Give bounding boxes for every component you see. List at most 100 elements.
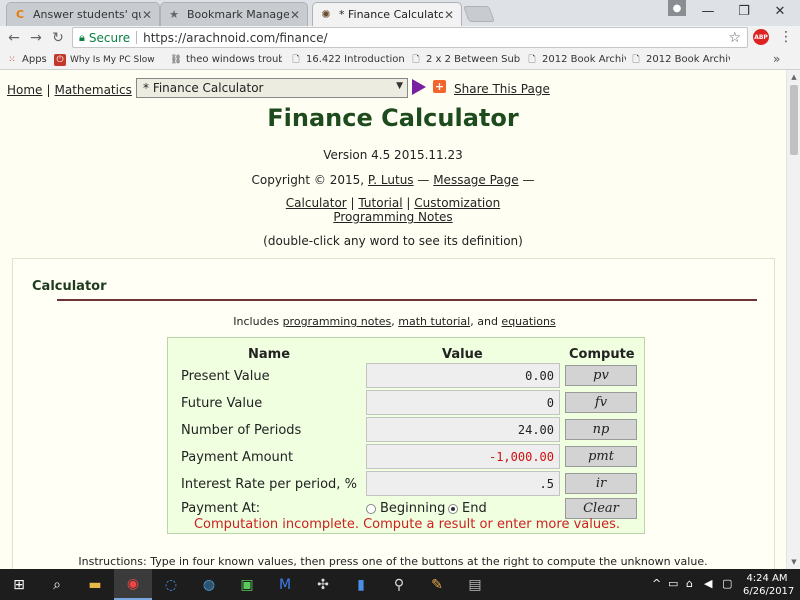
bookmark-theo[interactable]: ⛓ theo windows trouble — [170, 52, 282, 67]
tab-finance-calculator[interactable]: ✺ * Finance Calculator ✕ — [312, 2, 462, 26]
adblock-icon[interactable]: ABP — [753, 29, 769, 45]
radio-dot-selected — [448, 503, 458, 514]
reload-icon[interactable]: ↻ — [48, 28, 68, 48]
divider — [136, 31, 138, 44]
calculator-app-icon[interactable]: ▮ — [342, 569, 380, 600]
menu-icon[interactable]: ⋮ — [778, 29, 794, 45]
firefox-icon[interactable]: ◌ — [152, 569, 190, 600]
payment-amount-input[interactable]: -1,000.00 — [366, 444, 560, 469]
home-link[interactable]: Home — [7, 83, 42, 97]
tab-strip: C Answer students' questi ✕ ★ Bookmark M… — [0, 0, 800, 26]
bookmark-star-icon[interactable]: ☆ — [728, 30, 741, 46]
present-value-input[interactable]: 0.00 — [366, 363, 560, 388]
search-icon[interactable]: ⌕ — [38, 569, 76, 600]
bookmark-2x2[interactable]: 🗋︎ 2 x 2 Between Subject — [410, 52, 520, 67]
message-page-link[interactable]: Message Page — [433, 173, 518, 187]
page-viewport: Home | Mathematics | * Finance Calculato… — [0, 70, 786, 569]
tab-chegg[interactable]: C Answer students' questi ✕ — [6, 2, 160, 26]
tab-bookmark-manager[interactable]: ★ Bookmark Manager ✕ — [160, 2, 308, 26]
label-present-value: Present Value — [181, 369, 270, 384]
equations-link[interactable]: equations — [501, 315, 555, 328]
file-explorer-icon[interactable]: ▬ — [76, 569, 114, 600]
bookmark-book-archive-2[interactable]: 🗋︎ 2012 Book Archive — [630, 52, 730, 67]
share-plus-icon[interactable]: + — [433, 80, 446, 93]
bookmark-16422[interactable]: 🗋︎ 16.422 Introduction — [290, 52, 410, 67]
page-select[interactable]: * Finance Calculator ▼ — [136, 78, 408, 98]
more-bookmarks-icon[interactable]: » — [773, 52, 780, 66]
bookmark-apps[interactable]: ⁙ Apps — [6, 52, 50, 67]
status-message: Computation incomplete. Compute a result… — [193, 517, 620, 532]
label-future-value: Future Value — [181, 396, 263, 411]
ir-button[interactable]: ir — [565, 473, 637, 494]
radio-label: Beginning — [380, 501, 446, 516]
scroll-down-icon[interactable]: ▼ — [787, 555, 800, 569]
mathematics-link[interactable]: Mathematics — [54, 83, 131, 97]
close-window-icon[interactable]: ✕ — [762, 0, 798, 22]
calculator-link[interactable]: Calculator — [286, 196, 347, 210]
scroll-up-icon[interactable]: ▲ — [787, 70, 800, 84]
vertical-scrollbar[interactable]: ▲ ▼ — [786, 70, 800, 569]
secure-label: Secure — [88, 30, 131, 45]
interest-rate-input[interactable]: .5 — [366, 471, 560, 496]
back-icon[interactable]: ← — [4, 28, 24, 48]
chrome-icon[interactable]: ◉ — [114, 569, 152, 600]
lock-icon: 🔒︎ — [79, 30, 85, 44]
malwarebytes-icon[interactable]: M — [266, 569, 304, 600]
tray-chevron-icon[interactable]: ^ — [652, 577, 661, 590]
url-text[interactable]: https://arachnoid.com/finance/ — [143, 31, 728, 45]
network-icon[interactable]: ⌂ — [686, 577, 693, 590]
pmt-button[interactable]: pmt — [565, 446, 637, 467]
tab-title: * Finance Calculator — [339, 8, 443, 21]
clear-button[interactable]: Clear — [565, 498, 637, 519]
battery-icon[interactable]: ▭ — [668, 577, 678, 590]
scroll-thumb[interactable] — [790, 85, 798, 155]
np-button[interactable]: np — [565, 419, 637, 440]
close-tab-icon[interactable]: ✕ — [443, 8, 455, 22]
bookmark-label: theo windows trouble — [186, 54, 282, 65]
share-this-page-link[interactable]: Share This Page — [454, 82, 550, 96]
bookmark-pc-slow[interactable]: ⏻ Why Is My PC Slow — [54, 52, 162, 67]
power-icon: ⏻ — [54, 53, 66, 66]
profile-icon[interactable]: ● — [668, 0, 686, 16]
volume-icon[interactable]: ◀ — [704, 577, 712, 590]
app-icon[interactable]: ◍ — [190, 569, 228, 600]
section-links: Calculator | Tutorial | Customization — [0, 196, 786, 210]
clock-date: 6/26/2017 — [743, 586, 795, 597]
new-tab-button[interactable] — [463, 6, 495, 22]
programming-notes-link[interactable]: Programming Notes — [333, 210, 452, 224]
math-tutorial-link[interactable]: math tutorial — [398, 315, 470, 328]
terminal-icon[interactable]: ▤ — [456, 569, 494, 600]
label-interest-rate: Interest Rate per period, % — [181, 477, 357, 492]
radio-end[interactable]: End — [448, 501, 487, 516]
future-value-input[interactable]: 0 — [366, 390, 560, 415]
restore-icon[interactable]: ❐ — [726, 0, 762, 22]
pv-button[interactable]: pv — [565, 365, 637, 386]
number-of-periods-input[interactable]: 24.00 — [366, 417, 560, 442]
includes-text: , and — [470, 315, 502, 328]
clock[interactable]: 4:24 AM 6/26/2017 — [743, 572, 795, 598]
minimize-icon[interactable]: — — [690, 0, 726, 22]
chegg-icon: C — [15, 8, 25, 21]
close-tab-icon[interactable]: ✕ — [141, 8, 153, 22]
version-text: Version 4.5 2015.11.23 — [323, 148, 463, 162]
action-center-icon[interactable]: ▢ — [722, 577, 732, 590]
radio-beginning[interactable]: Beginning — [366, 501, 445, 516]
tutorial-link[interactable]: Tutorial — [358, 196, 402, 210]
close-tab-icon[interactable]: ✕ — [289, 8, 301, 22]
magnifier-icon[interactable]: ⚲ — [380, 569, 418, 600]
copyright-line: Copyright © 2015, P. Lutus — Message Pag… — [0, 173, 786, 187]
forward-icon[interactable]: → — [26, 28, 46, 48]
windows-start-icon[interactable]: ⊞ — [0, 569, 38, 600]
go-arrow-icon[interactable] — [412, 79, 426, 95]
network-app-icon[interactable]: ✣ — [304, 569, 342, 600]
paint-icon[interactable]: ✎ — [418, 569, 456, 600]
author-link[interactable]: P. Lutus — [368, 173, 414, 187]
programming-notes-link[interactable]: programming notes — [283, 315, 392, 328]
address-bar[interactable]: 🔒︎ Secure https://arachnoid.com/finance/… — [72, 27, 748, 48]
fv-button[interactable]: fv — [565, 392, 637, 413]
bookmark-label: 2012 Book Archive — [542, 54, 626, 65]
customization-link[interactable]: Customization — [414, 196, 500, 210]
photos-icon[interactable]: ▣ — [228, 569, 266, 600]
bookmark-book-archive[interactable]: 🗋︎ 2012 Book Archive — [526, 52, 626, 67]
label-number-of-periods: Number of Periods — [181, 423, 302, 438]
